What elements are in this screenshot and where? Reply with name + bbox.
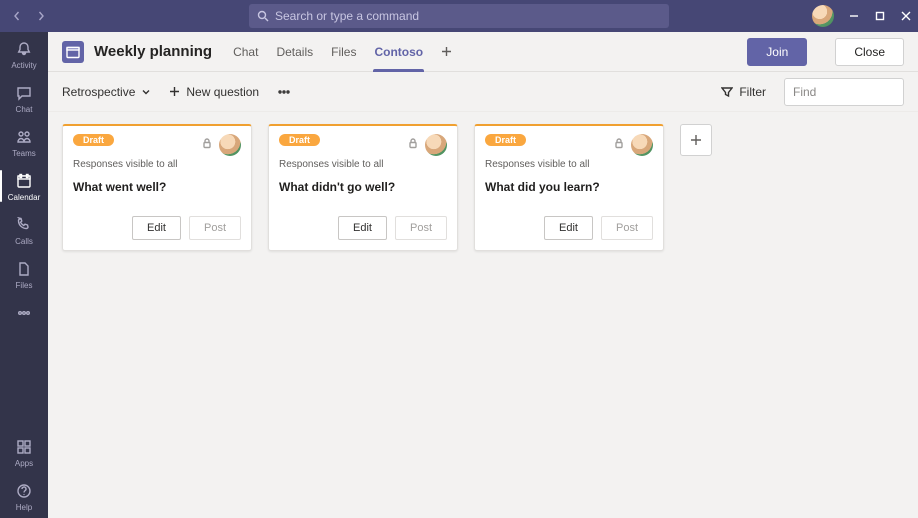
question-text: What went well? xyxy=(73,180,241,194)
find-input[interactable] xyxy=(793,85,918,99)
rail-calendar[interactable]: Calendar xyxy=(0,164,48,208)
tab-files[interactable]: Files xyxy=(330,32,357,71)
view-dropdown-label: Retrospective xyxy=(62,85,135,99)
rail-label: Apps xyxy=(15,459,33,468)
author-avatar xyxy=(425,134,447,156)
rail-label: Calls xyxy=(15,237,33,246)
meeting-icon xyxy=(62,41,84,63)
board: Draft Responses visible to all What went… xyxy=(48,112,918,518)
lock-icon xyxy=(201,136,213,154)
chevron-down-icon xyxy=(141,87,151,97)
help-icon xyxy=(15,482,33,500)
filter-button[interactable]: Filter xyxy=(721,85,766,99)
header-tabs: Chat Details Files Contoso xyxy=(232,32,453,71)
app-toolbar: Retrospective New question Filter xyxy=(48,72,918,112)
find-field[interactable] xyxy=(784,78,904,106)
rail-apps[interactable]: Apps xyxy=(0,430,48,474)
meeting-header: Weekly planning Chat Details Files Conto… xyxy=(48,32,918,72)
rail-label: Chat xyxy=(16,105,33,114)
teams-icon xyxy=(15,128,33,146)
filter-icon xyxy=(721,86,733,98)
rail-label: Activity xyxy=(11,61,36,70)
global-search-input[interactable] xyxy=(275,9,661,23)
search-icon xyxy=(257,10,269,22)
post-button[interactable]: Post xyxy=(395,216,447,240)
add-tab-button[interactable] xyxy=(440,32,453,71)
question-card: Draft Responses visible to all What did … xyxy=(474,124,664,251)
new-question-label: New question xyxy=(186,85,259,99)
post-button[interactable]: Post xyxy=(601,216,653,240)
lock-icon xyxy=(407,136,419,154)
edit-button[interactable]: Edit xyxy=(338,216,387,240)
edit-button[interactable]: Edit xyxy=(544,216,593,240)
lock-icon xyxy=(613,136,625,154)
rail-help[interactable]: Help xyxy=(0,474,48,518)
rail-more[interactable] xyxy=(0,296,48,328)
plus-icon xyxy=(690,134,702,146)
rail-label: Teams xyxy=(12,149,36,158)
rail-activity[interactable]: Activity xyxy=(0,32,48,76)
question-card: Draft Responses visible to all What went… xyxy=(62,124,252,251)
add-card-button[interactable] xyxy=(680,124,712,156)
join-button[interactable]: Join xyxy=(747,38,807,66)
rail-files[interactable]: Files xyxy=(0,252,48,296)
main-area: Weekly planning Chat Details Files Conto… xyxy=(48,32,918,518)
rail-calls[interactable]: Calls xyxy=(0,208,48,252)
window-close-button[interactable] xyxy=(900,10,912,22)
visibility-note: Responses visible to all xyxy=(73,159,241,170)
phone-icon xyxy=(15,216,33,234)
status-badge: Draft xyxy=(73,134,114,146)
plus-icon xyxy=(169,86,180,97)
rail-chat[interactable]: Chat xyxy=(0,76,48,120)
author-avatar xyxy=(219,134,241,156)
filter-label: Filter xyxy=(739,85,766,99)
global-search[interactable] xyxy=(249,4,669,28)
apps-icon xyxy=(15,438,33,456)
question-text: What did you learn? xyxy=(485,180,653,194)
title-bar xyxy=(0,0,918,32)
visibility-note: Responses visible to all xyxy=(279,159,447,170)
nav-back-button[interactable] xyxy=(10,9,24,23)
meeting-title: Weekly planning xyxy=(94,43,212,60)
more-icon xyxy=(15,304,33,322)
view-dropdown[interactable]: Retrospective xyxy=(62,85,151,99)
status-badge: Draft xyxy=(279,134,320,146)
author-avatar xyxy=(631,134,653,156)
app-rail: Activity Chat Teams Calendar Calls xyxy=(0,32,48,518)
bell-icon xyxy=(15,40,33,58)
rail-teams[interactable]: Teams xyxy=(0,120,48,164)
toolbar-more[interactable] xyxy=(277,85,291,99)
tab-chat[interactable]: Chat xyxy=(232,32,259,71)
question-card: Draft Responses visible to all What didn… xyxy=(268,124,458,251)
rail-label: Files xyxy=(16,281,33,290)
question-text: What didn't go well? xyxy=(279,180,447,194)
status-badge: Draft xyxy=(485,134,526,146)
window-maximize-button[interactable] xyxy=(874,10,886,22)
rail-label: Calendar xyxy=(8,193,40,202)
rail-label: Help xyxy=(16,503,32,512)
window-minimize-button[interactable] xyxy=(848,10,860,22)
calendar-icon xyxy=(15,172,33,190)
tab-details[interactable]: Details xyxy=(275,32,314,71)
plus-icon xyxy=(441,46,452,57)
tab-contoso[interactable]: Contoso xyxy=(373,32,424,71)
post-button[interactable]: Post xyxy=(189,216,241,240)
file-icon xyxy=(15,260,33,278)
current-user-avatar[interactable] xyxy=(812,5,834,27)
visibility-note: Responses visible to all xyxy=(485,159,653,170)
edit-button[interactable]: Edit xyxy=(132,216,181,240)
new-question-button[interactable]: New question xyxy=(169,85,259,99)
chat-icon xyxy=(15,84,33,102)
more-icon xyxy=(277,85,291,99)
nav-forward-button[interactable] xyxy=(34,9,48,23)
close-button[interactable]: Close xyxy=(835,38,904,66)
